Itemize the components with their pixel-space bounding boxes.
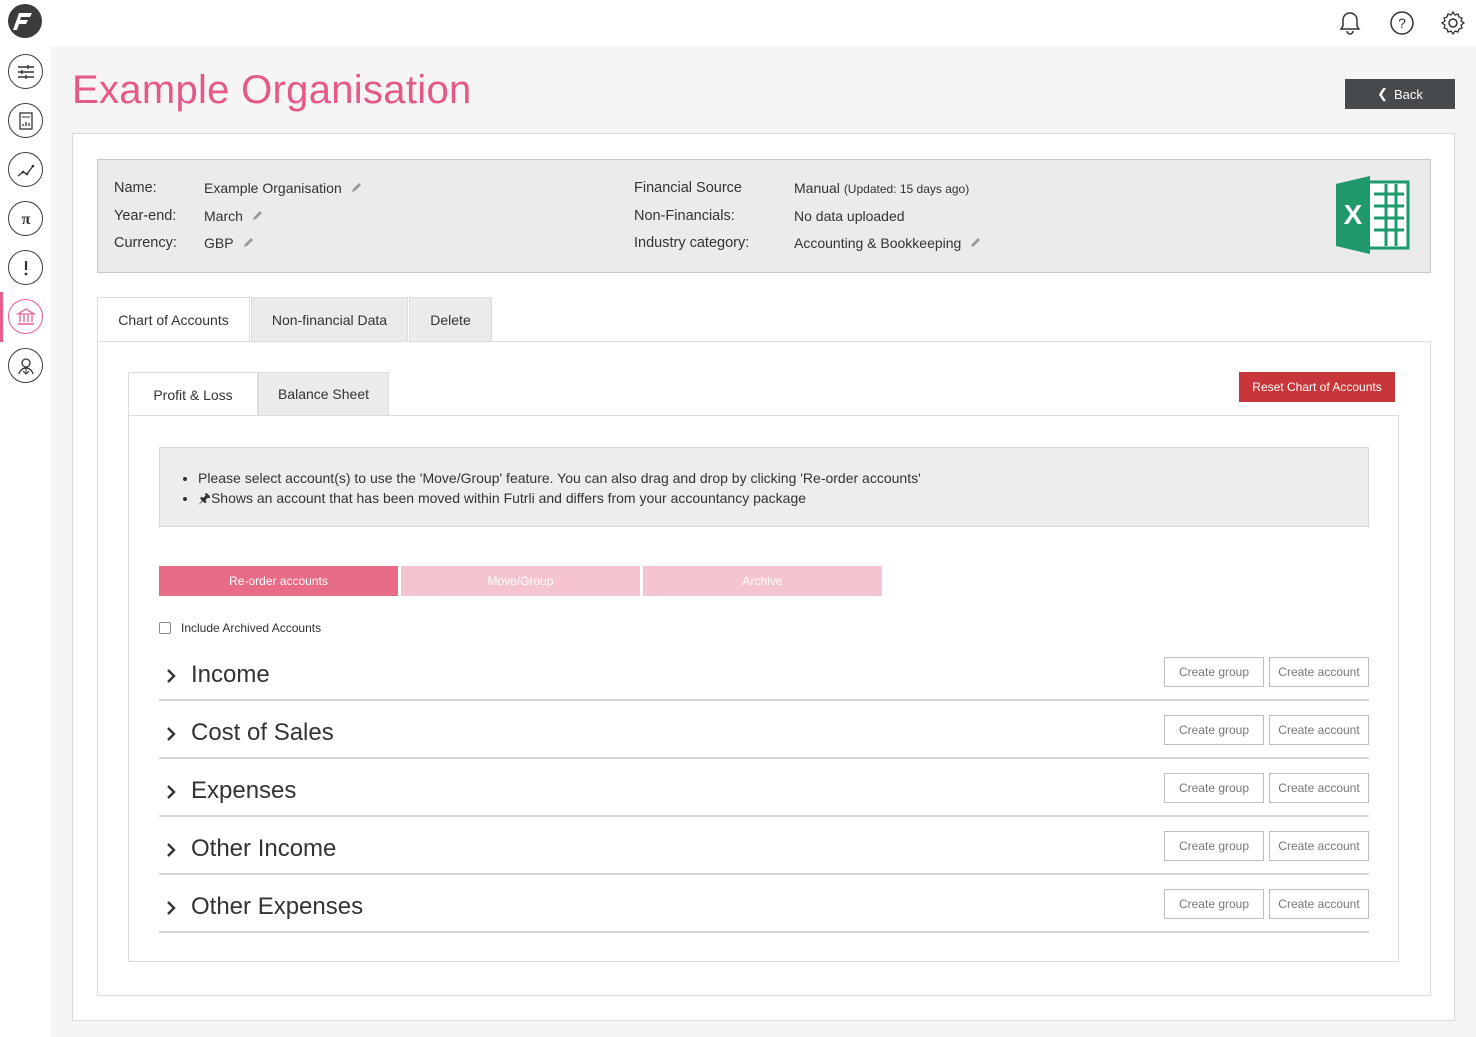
currency-value: GBP [204, 235, 254, 251]
archive-button[interactable]: Archive [643, 566, 882, 596]
name-value-text: Example Organisation [204, 180, 342, 196]
currency-label: Currency: [114, 235, 177, 251]
alert-icon [24, 260, 27, 275]
chevron-right-icon[interactable] [165, 841, 177, 859]
sidebar-item-organisations[interactable] [8, 299, 43, 334]
svg-text:X: X [1344, 199, 1363, 230]
create-group-button[interactable]: Create group [1164, 715, 1264, 745]
move-group-button[interactable]: Move/Group [401, 566, 640, 596]
chevron-right-icon[interactable] [165, 783, 177, 801]
edit-pencil-icon[interactable] [350, 182, 362, 194]
top-bar: ? [0, 0, 1476, 46]
tab-balance-sheet[interactable]: Balance Sheet [258, 372, 389, 416]
back-button-label: Back [1394, 86, 1423, 102]
financial-source-label: Financial Source [634, 180, 742, 196]
sidebar-item-reports[interactable] [8, 103, 43, 138]
svg-text:?: ? [1398, 15, 1406, 31]
create-account-button[interactable]: Create account [1269, 889, 1369, 919]
sidebar: π [0, 46, 50, 1037]
chart-of-accounts-panel: Reset Chart of Accounts Profit & Loss Ba… [97, 341, 1431, 996]
section-title[interactable]: Income [191, 661, 270, 689]
pin-icon: 🖈 [198, 490, 211, 506]
tab-non-financial-data[interactable]: Non-financial Data [251, 297, 408, 342]
notice-line-2: 🖈Shows an account that has been moved wi… [198, 488, 1368, 508]
non-financials-value: No data uploaded [794, 208, 905, 224]
section-title[interactable]: Cost of Sales [191, 719, 334, 747]
industry-label: Industry category: [634, 235, 750, 251]
tab-chart-of-accounts[interactable]: Chart of Accounts [97, 297, 250, 343]
notice-line-1: Please select account(s) to use the 'Mov… [198, 468, 1368, 488]
excel-icon: X [1336, 176, 1410, 254]
section-title[interactable]: Expenses [191, 777, 296, 805]
section-title[interactable]: Other Expenses [191, 893, 363, 921]
sidebar-item-settings[interactable] [8, 54, 43, 89]
chevron-left-icon: ❮ [1377, 86, 1388, 101]
notice-line-2-text: Shows an account that has been moved wit… [210, 490, 807, 506]
settings-icon[interactable] [1440, 10, 1466, 36]
edit-pencil-icon[interactable] [969, 237, 981, 249]
yearend-value-text: March [204, 208, 243, 224]
organisation-card: Name: Example Organisation Year-end: Mar… [72, 133, 1455, 1021]
financial-source-text: Manual [794, 180, 840, 196]
sidebar-item-alerts[interactable] [8, 250, 43, 285]
chevron-right-icon[interactable] [165, 899, 177, 917]
sidebar-item-forecasts[interactable] [8, 152, 43, 187]
create-group-button[interactable]: Create group [1164, 773, 1264, 803]
tab-profit-and-loss[interactable]: Profit & Loss [128, 372, 258, 417]
section-income: Income Create group Create account [159, 657, 1369, 701]
yearend-label: Year-end: [114, 208, 177, 224]
svg-text:π: π [21, 211, 30, 228]
help-icon[interactable]: ? [1389, 10, 1415, 36]
industry-value-text: Accounting & Bookkeeping [794, 235, 962, 251]
create-group-button[interactable]: Create group [1164, 657, 1264, 687]
sliders-icon [17, 64, 34, 79]
sidebar-active-indicator [0, 292, 3, 342]
create-account-button[interactable]: Create account [1269, 657, 1369, 687]
currency-value-text: GBP [204, 235, 234, 251]
organisation-info-panel: Name: Example Organisation Year-end: Mar… [97, 159, 1431, 273]
page-title: Example Organisation [72, 68, 472, 112]
create-group-button[interactable]: Create group [1164, 831, 1264, 861]
create-group-button[interactable]: Create group [1164, 889, 1264, 919]
tab-delete[interactable]: Delete [409, 297, 492, 342]
section-expenses: Expenses Create group Create account [159, 773, 1369, 817]
chevron-right-icon[interactable] [165, 725, 177, 743]
bank-icon [15, 307, 36, 325]
name-label: Name: [114, 180, 157, 196]
sidebar-item-users[interactable] [8, 348, 43, 383]
non-financials-label: Non-Financials: [634, 208, 735, 224]
include-archived-toggle[interactable]: Include Archived Accounts [159, 621, 321, 635]
sidebar-item-formulas[interactable]: π [8, 201, 43, 236]
name-value: Example Organisation [204, 180, 362, 196]
create-account-button[interactable]: Create account [1269, 715, 1369, 745]
trend-line-icon [17, 164, 34, 177]
section-title[interactable]: Other Income [191, 835, 336, 863]
section-other-expenses: Other Expenses Create group Create accou… [159, 889, 1369, 933]
reset-chart-of-accounts-button[interactable]: Reset Chart of Accounts [1239, 372, 1395, 402]
user-network-icon [17, 357, 34, 375]
pi-icon: π [21, 211, 30, 228]
reorder-accounts-button[interactable]: Re-order accounts [159, 566, 398, 596]
info-notice: Please select account(s) to use the 'Mov… [159, 447, 1369, 527]
chevron-right-icon[interactable] [165, 667, 177, 685]
include-archived-label: Include Archived Accounts [181, 621, 322, 635]
section-other-income: Other Income Create group Create account [159, 831, 1369, 875]
main-content: Example Organisation ❮ Back Name: Exampl… [50, 46, 1476, 1037]
create-account-button[interactable]: Create account [1269, 773, 1369, 803]
section-cost-of-sales: Cost of Sales Create group Create accoun… [159, 715, 1369, 759]
yearend-value: March [204, 208, 263, 224]
edit-pencil-icon[interactable] [251, 210, 263, 222]
financial-source-updated: (Updated: 15 days ago) [843, 182, 970, 196]
back-button[interactable]: ❮ Back [1345, 79, 1455, 109]
financial-source-value: Manual (Updated: 15 days ago) [794, 180, 969, 196]
edit-pencil-icon[interactable] [242, 237, 254, 249]
create-account-button[interactable]: Create account [1269, 831, 1369, 861]
profit-and-loss-panel: Please select account(s) to use the 'Mov… [128, 415, 1399, 962]
pdf-report-icon [18, 111, 33, 130]
futrli-logo-icon[interactable] [8, 4, 42, 38]
industry-value: Accounting & Bookkeeping [794, 235, 981, 251]
include-archived-checkbox[interactable] [159, 622, 171, 634]
bell-icon[interactable] [1337, 10, 1363, 36]
